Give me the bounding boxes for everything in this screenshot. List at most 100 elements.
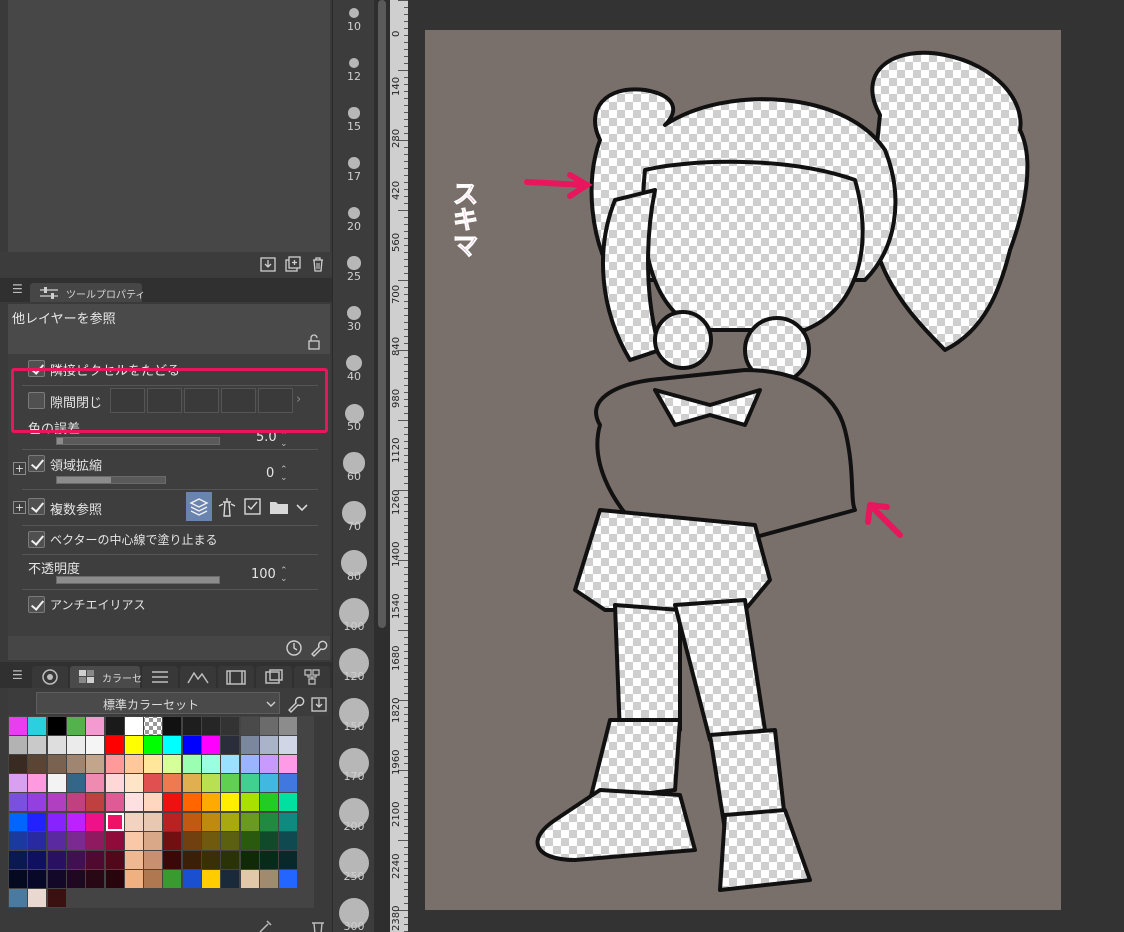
color-swatch[interactable]	[240, 793, 259, 812]
ref-all-layers-button[interactable]	[186, 492, 212, 521]
color-swatch[interactable]	[86, 793, 105, 812]
color-margin-slider[interactable]	[56, 437, 220, 445]
color-swatch[interactable]	[279, 755, 298, 774]
color-swatch[interactable]	[105, 717, 124, 735]
color-swatch[interactable]	[221, 850, 240, 869]
color-swatch[interactable]	[86, 831, 105, 850]
color-margin-spinner[interactable]: ⌃ ⌄	[280, 432, 288, 449]
color-swatch[interactable]	[221, 831, 240, 850]
menu-icon[interactable]: ☰	[12, 668, 24, 682]
area-scaling-slider[interactable]	[56, 476, 166, 484]
color-swatch[interactable]	[144, 850, 163, 869]
color-swatch[interactable]	[202, 831, 220, 850]
duplicate-button[interactable]	[284, 255, 302, 273]
color-swatch[interactable]	[259, 717, 278, 735]
color-swatch[interactable]	[47, 793, 66, 812]
color-set-select[interactable]: 標準カラーセット	[36, 692, 280, 714]
brush-size-dot[interactable]	[346, 305, 362, 321]
color-swatch[interactable]	[28, 793, 47, 812]
area-scaling-spinner[interactable]: ⌃ ⌄	[280, 466, 288, 483]
color-swatch[interactable]	[279, 736, 298, 755]
color-swatch[interactable]	[163, 755, 182, 774]
import-icon[interactable]	[309, 694, 329, 714]
color-swatch[interactable]	[124, 869, 143, 888]
brush-size-dot[interactable]	[347, 256, 361, 270]
tab-color-wheel[interactable]	[32, 666, 68, 688]
color-swatch[interactable]	[105, 736, 124, 755]
color-swatch[interactable]	[28, 774, 47, 793]
wrench-icon[interactable]	[285, 694, 305, 714]
opacity-spinner[interactable]: ⌃ ⌄	[280, 567, 288, 584]
color-swatch[interactable]	[28, 850, 47, 869]
color-swatch[interactable]	[182, 717, 201, 735]
color-swatch[interactable]	[124, 774, 143, 793]
color-swatch[interactable]	[163, 717, 182, 735]
color-swatch[interactable]	[124, 793, 143, 812]
color-swatch[interactable]	[163, 812, 182, 831]
color-swatch[interactable]	[47, 850, 66, 869]
opacity-value[interactable]: 100	[251, 567, 276, 582]
color-swatch[interactable]	[163, 736, 182, 755]
color-swatch[interactable]	[259, 850, 278, 869]
color-swatch[interactable]	[259, 869, 278, 888]
color-swatch[interactable]	[221, 812, 240, 831]
color-swatch[interactable]	[105, 755, 124, 774]
tab-color-set[interactable]: カラーセ	[70, 666, 142, 688]
color-swatch[interactable]	[9, 869, 27, 888]
color-swatch[interactable]	[86, 755, 105, 774]
brush-size-scrollbar[interactable]	[374, 0, 390, 932]
color-swatch[interactable]	[124, 850, 143, 869]
color-swatch[interactable]	[240, 717, 259, 735]
drawing-canvas[interactable]: スキマ	[425, 30, 1061, 910]
color-swatch[interactable]	[202, 717, 220, 735]
color-swatch[interactable]	[144, 736, 163, 755]
lock-icon[interactable]	[306, 334, 322, 350]
color-swatch[interactable]	[9, 812, 27, 831]
chevron-down-icon[interactable]	[294, 499, 310, 515]
color-swatch[interactable]	[240, 812, 259, 831]
color-swatch[interactable]	[28, 869, 47, 888]
color-swatch[interactable]	[221, 793, 240, 812]
color-swatch[interactable]	[66, 793, 85, 812]
color-swatch[interactable]	[124, 736, 143, 755]
import-button[interactable]	[259, 255, 277, 273]
color-swatch[interactable]	[182, 812, 201, 831]
color-swatch[interactable]	[47, 736, 66, 755]
color-swatch[interactable]	[163, 831, 182, 850]
color-swatch[interactable]	[47, 869, 66, 888]
color-swatch[interactable]	[28, 831, 47, 850]
color-swatch[interactable]	[66, 850, 85, 869]
color-swatch[interactable]	[66, 831, 85, 850]
color-swatch[interactable]	[144, 755, 163, 774]
color-swatch[interactable]	[259, 755, 278, 774]
multi-ref-checkbox[interactable]	[28, 498, 45, 515]
color-swatch[interactable]	[66, 869, 85, 888]
color-swatch[interactable]	[28, 888, 47, 907]
brush-size-dot[interactable]	[345, 354, 363, 372]
color-swatch[interactable]	[259, 774, 278, 793]
opacity-slider[interactable]	[56, 576, 220, 584]
color-swatch[interactable]	[9, 850, 27, 869]
color-swatch[interactable]	[144, 774, 163, 793]
color-swatch[interactable]	[240, 736, 259, 755]
color-swatch[interactable]	[28, 717, 47, 735]
folder-icon[interactable]	[268, 496, 290, 518]
color-swatch[interactable]	[86, 717, 105, 735]
color-swatch[interactable]	[279, 869, 298, 888]
tab-navigator[interactable]	[180, 666, 216, 688]
checkbox-layer-icon[interactable]	[242, 496, 264, 518]
expand-area-scaling[interactable]: +	[13, 462, 26, 475]
color-swatch[interactable]	[279, 812, 298, 831]
color-swatch[interactable]	[259, 793, 278, 812]
color-swatch[interactable]	[182, 793, 201, 812]
color-swatch[interactable]	[86, 869, 105, 888]
brush-size-dot[interactable]	[348, 107, 360, 119]
tab-tool-property[interactable]: ツールプロパティ	[30, 283, 145, 302]
color-swatch[interactable]	[105, 831, 124, 850]
color-swatch[interactable]	[9, 831, 27, 850]
color-swatch[interactable]	[221, 774, 240, 793]
brush-size-dot[interactable]	[348, 57, 360, 69]
color-swatch[interactable]	[240, 774, 259, 793]
area-scaling-value[interactable]: 0	[266, 466, 274, 481]
color-swatch[interactable]	[9, 717, 27, 735]
